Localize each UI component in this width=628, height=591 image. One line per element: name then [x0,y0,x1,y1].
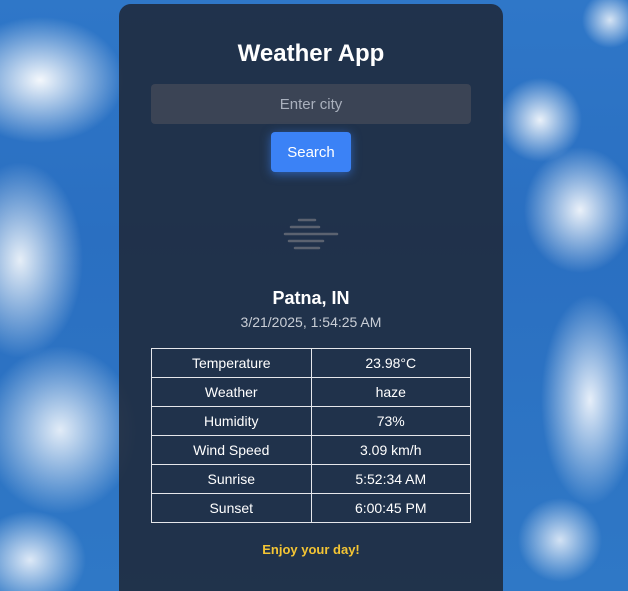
city-search-input[interactable] [151,84,471,124]
search-button[interactable]: Search [271,132,351,172]
detail-value: 6:00:45 PM [310,493,471,523]
table-row: Humidity 73% [151,406,471,436]
detail-label: Wind Speed [151,435,312,465]
table-row: Weather haze [151,377,471,407]
table-row: Sunrise 5:52:34 AM [151,464,471,494]
detail-value: haze [310,377,471,407]
detail-label: Sunset [151,493,312,523]
detail-label: Humidity [151,406,312,436]
detail-value: 73% [310,406,471,436]
haze-icon [283,218,339,250]
location-name: Patna, IN [272,288,350,308]
detail-value: 3.09 km/h [310,435,471,465]
table-row: Wind Speed 3.09 km/h [151,435,471,465]
footer-message: Enjoy your day! [262,542,360,557]
local-datetime: 3/21/2025, 1:54:25 AM [240,314,382,330]
weather-details-table: Temperature 23.98°C Weather haze Humidit… [151,348,471,523]
app-title: Weather App [237,40,385,67]
detail-label: Sunrise [151,464,312,494]
table-row: Sunset 6:00:45 PM [151,493,471,523]
table-row: Temperature 23.98°C [151,348,471,378]
detail-value: 5:52:34 AM [310,464,471,494]
detail-label: Temperature [151,348,312,378]
detail-label: Weather [151,377,312,407]
weather-card: Weather App Search Patna, IN 3/21/2025, … [119,4,503,591]
detail-value: 23.98°C [310,348,471,378]
